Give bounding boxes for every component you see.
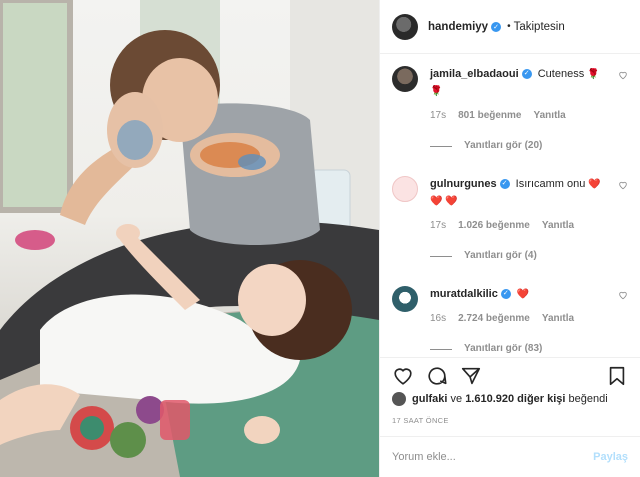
comment-meta: 17s 801 beğenme Yanıtla [430, 108, 612, 124]
view-replies-label: Yanıtları gör (4) [464, 250, 537, 261]
reply-button[interactable]: Yanıtla [542, 311, 574, 327]
commenter-username[interactable]: gulnurgunes [430, 178, 497, 190]
heart-icon[interactable] [392, 365, 414, 387]
verified-icon: ✓ [499, 179, 510, 190]
comment-body: jamila_elbadaoui ✓ Cuteness 🌹 🌹 17s 801 b… [430, 66, 628, 154]
comment-body: muratdalkilic ✓ ❤️ 16s 2.724 beğenme Yanı… [430, 286, 628, 353]
photo-illustration [0, 0, 379, 477]
comment-likes[interactable]: 2.724 beğenme [458, 311, 530, 327]
post-comment-button[interactable]: Paylaş [593, 451, 628, 463]
comment-time[interactable]: 17s [430, 108, 446, 124]
post-timestamp[interactable]: 17 SAAT ÖNCE [392, 416, 449, 425]
post-photo[interactable] [0, 0, 379, 477]
instagram-post-view: handemiyy ✓ • Takiptesin jamila_elbadaou… [0, 0, 640, 477]
comment-heart-icon[interactable] [618, 180, 628, 190]
verified-icon: ✓ [500, 289, 511, 300]
verified-icon: ✓ [491, 21, 502, 32]
comment-input[interactable] [392, 451, 594, 463]
comment-heart-icon[interactable] [618, 290, 628, 300]
view-replies[interactable]: Yanıtları gör (4) [430, 248, 612, 264]
commenter-avatar[interactable] [392, 286, 418, 312]
comment-list[interactable]: jamila_elbadaoui ✓ Cuteness 🌹 🌹 17s 801 b… [380, 54, 640, 353]
comment-item: muratdalkilic ✓ ❤️ 16s 2.724 beğenme Yanı… [392, 286, 628, 353]
likes-others[interactable]: 1.610.920 diğer kişi [465, 393, 565, 405]
likes-connector: ve [447, 393, 466, 405]
bookmark-icon[interactable] [606, 365, 628, 387]
liker-username[interactable]: gulfaki [412, 393, 447, 405]
replies-divider [430, 145, 452, 147]
likes-summary: gulfaki ve 1.610.920 diğer kişi beğendi [392, 392, 628, 406]
author-username[interactable]: handemiyy [428, 21, 488, 33]
action-bar [380, 357, 640, 393]
header-separator: • [507, 21, 511, 32]
post-sidebar: handemiyy ✓ • Takiptesin jamila_elbadaou… [379, 0, 640, 477]
comment-emoji: ❤️ [516, 289, 530, 300]
verified-icon: ✓ [521, 69, 532, 80]
comment-likes[interactable]: 801 beğenme [458, 108, 521, 124]
comment-meta: 17s 1.026 beğenme Yanıtla [430, 218, 612, 234]
comment-time[interactable]: 16s [430, 311, 446, 327]
author-avatar[interactable] [392, 13, 418, 40]
post-header: handemiyy ✓ • Takiptesin [380, 0, 640, 54]
likes-suffix: beğendi [565, 393, 608, 405]
commenter-username[interactable]: muratdalkilic [430, 288, 498, 300]
view-replies-label: Yanıtları gör (83) [464, 343, 543, 353]
comment-text: Cuteness [537, 68, 585, 80]
replies-divider [430, 255, 452, 257]
commenter-avatar[interactable] [392, 176, 418, 202]
comment-meta: 16s 2.724 beğenme Yanıtla [430, 311, 612, 327]
comment-time[interactable]: 17s [430, 218, 446, 234]
comment-item: gulnurgunes ✓ Isırıcamm onu ❤️ ❤️ ❤️ 17s … [392, 176, 628, 264]
view-replies-label: Yanıtları gör (20) [464, 140, 543, 151]
author-line: handemiyy ✓ • Takiptesin [428, 21, 565, 33]
view-replies[interactable]: Yanıtları gör (20) [430, 138, 612, 154]
comment-text: Isırıcamm onu [515, 178, 586, 190]
comment-item: jamila_elbadaoui ✓ Cuteness 🌹 🌹 17s 801 b… [392, 66, 628, 154]
comment-likes[interactable]: 1.026 beğenme [458, 218, 530, 234]
commenter-username[interactable]: jamila_elbadaoui [430, 68, 519, 80]
reply-button[interactable]: Yanıtla [542, 218, 574, 234]
view-replies[interactable]: Yanıtları gör (83) [430, 341, 612, 353]
replies-divider [430, 348, 452, 350]
liker-avatar[interactable] [392, 392, 406, 406]
comment-icon[interactable] [426, 365, 448, 387]
share-icon[interactable] [460, 365, 482, 387]
follow-state[interactable]: Takiptesin [514, 21, 565, 33]
add-comment-bar: Paylaş [380, 436, 640, 477]
reply-button[interactable]: Yanıtla [534, 108, 566, 124]
comment-heart-icon[interactable] [618, 70, 628, 80]
comment-body: gulnurgunes ✓ Isırıcamm onu ❤️ ❤️ ❤️ 17s … [430, 176, 628, 264]
commenter-avatar[interactable] [392, 66, 418, 92]
